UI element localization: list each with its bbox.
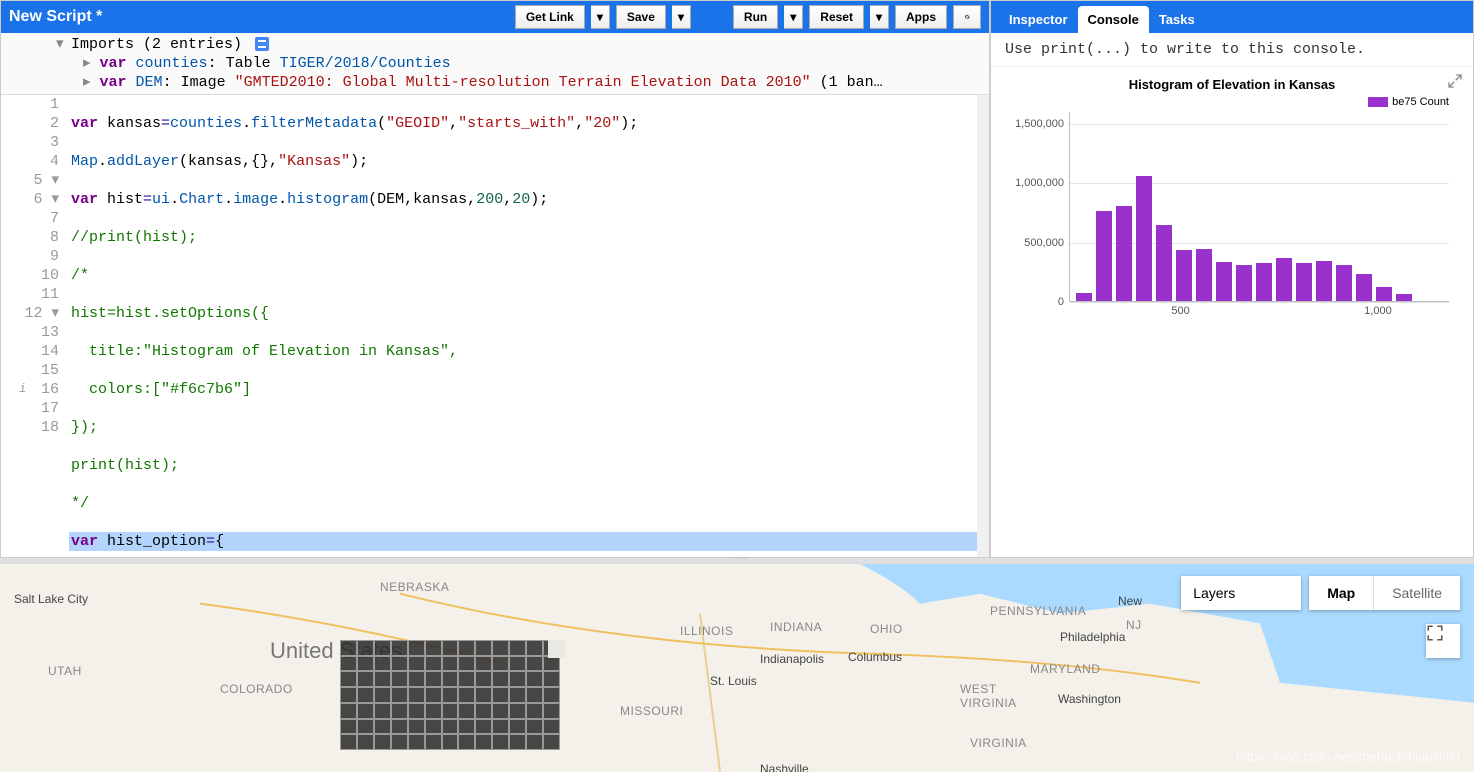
line-gutter: 12345 ▾6 ▾789101112 ▾131415i161718 xyxy=(1,95,69,557)
maptype-control: Map Satellite xyxy=(1309,576,1460,610)
run-button[interactable]: Run xyxy=(733,5,778,29)
run-dropdown[interactable]: ▾ xyxy=(784,5,803,29)
layers-control[interactable] xyxy=(1181,576,1301,610)
apps-button[interactable]: Apps xyxy=(895,5,947,29)
city-label: Salt Lake City xyxy=(14,592,88,606)
info-icon[interactable]: i xyxy=(19,380,26,399)
reset-dropdown[interactable]: ▾ xyxy=(870,5,889,29)
map-view[interactable]: United States Salt Lake City UTAH COLORA… xyxy=(0,562,1474,772)
tab-tasks[interactable]: Tasks xyxy=(1149,6,1205,33)
script-title: New Script * xyxy=(9,8,509,26)
legend-swatch xyxy=(1368,97,1388,107)
kansas-overlay xyxy=(340,640,560,750)
map-view-button[interactable]: Map xyxy=(1309,576,1373,610)
imports-heading: Imports (2 entries) xyxy=(71,36,242,53)
expand-chart-icon[interactable] xyxy=(1447,73,1463,89)
fullscreen-icon xyxy=(1426,624,1444,642)
collapse-icon[interactable]: ▾ xyxy=(56,35,64,54)
right-panel: Inspector Console Tasks Use print(...) t… xyxy=(990,0,1474,558)
fullscreen-button[interactable] xyxy=(1426,624,1460,658)
code-lines[interactable]: var kansas=counties.filterMetadata("GEOI… xyxy=(69,95,989,557)
right-tabs: Inspector Console Tasks xyxy=(991,1,1473,33)
scrollbar[interactable] xyxy=(977,95,989,557)
satellite-view-button[interactable]: Satellite xyxy=(1373,576,1460,610)
settings-button[interactable] xyxy=(953,5,981,29)
gear-icon xyxy=(964,10,970,24)
tab-inspector[interactable]: Inspector xyxy=(999,6,1078,33)
chart-legend: be75 Count xyxy=(1005,96,1459,108)
map-controls: Map Satellite xyxy=(1181,576,1460,610)
chart-plot[interactable]: 0500,0001,000,0001,500,0005001,000 xyxy=(1069,112,1449,302)
imports-section[interactable]: ▾ Imports (2 entries) ▸ var counties: Ta… xyxy=(1,33,989,95)
code-editor[interactable]: 12345 ▾6 ▾789101112 ▾131415i161718 var k… xyxy=(1,95,989,557)
save-button[interactable]: Save xyxy=(616,5,666,29)
watermark: https://blog.csdn.net/zhebushibiaoshifu xyxy=(1236,749,1460,764)
save-dropdown[interactable]: ▾ xyxy=(672,5,691,29)
expand-icon[interactable]: ▸ xyxy=(83,74,100,91)
doc-icon[interactable] xyxy=(255,37,269,51)
layers-input[interactable] xyxy=(1181,576,1301,610)
tab-console[interactable]: Console xyxy=(1078,6,1149,33)
chart-output: Histogram of Elevation in Kansas be75 Co… xyxy=(991,67,1473,312)
console-hint: Use print(...) to write to this console. xyxy=(991,33,1473,67)
reset-button[interactable]: Reset xyxy=(809,5,864,29)
expand-icon[interactable]: ▸ xyxy=(83,55,100,72)
get-link-button[interactable]: Get Link xyxy=(515,5,585,29)
chart-title: Histogram of Elevation in Kansas xyxy=(1005,77,1459,92)
get-link-dropdown[interactable]: ▾ xyxy=(591,5,610,29)
code-editor-pane: New Script * Get Link▾ Save▾ Run▾ Reset▾… xyxy=(0,0,990,558)
editor-titlebar: New Script * Get Link▾ Save▾ Run▾ Reset▾… xyxy=(1,1,989,33)
